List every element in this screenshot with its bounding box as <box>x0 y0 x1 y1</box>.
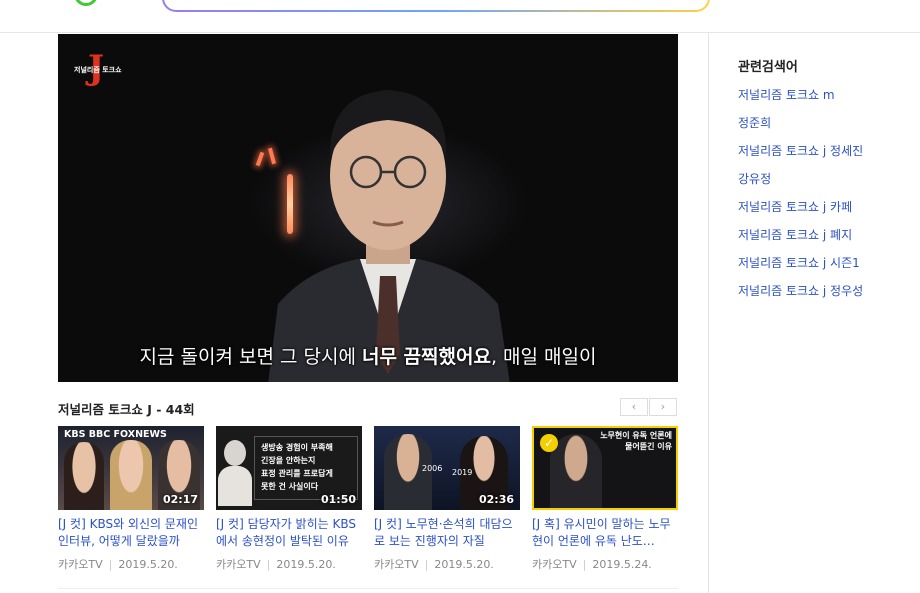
video-thumbnail[interactable]: KBS BBC FOXNEWS 02:17 <box>58 426 204 510</box>
related-search-link[interactable]: 저널리즘 토크쇼 j 정우성 <box>738 283 908 311</box>
video-source: 카카오TV <box>216 558 261 571</box>
meta-separator: | <box>108 558 113 571</box>
channel-logo-text: 저널리즘 토크쇼 <box>74 66 122 74</box>
video-title-link[interactable]: [J 컷] 담당자가 밝히는 KBS에서 송현정이 발탁된 이유 <box>216 516 362 550</box>
related-heading: 관련검색어 <box>738 60 798 75</box>
video-meta: 카카오TV | 2019.5.20. <box>374 556 520 572</box>
video-meta: 카카오TV | 2019.5.24. <box>532 556 678 572</box>
thumb-caption-line: 표정 관리를 프로답게 <box>261 469 333 478</box>
subtitle-part: 지금 돌이켜 보면 그 당시에 <box>139 346 362 368</box>
meta-separator: | <box>582 558 587 571</box>
thumb-caption-line: 못한 건 사실이다 <box>261 482 319 491</box>
related-search-link[interactable]: 저널리즘 토크쇼 j 정세진 <box>738 143 908 171</box>
related-list: 저널리즘 토크쇼 m 정준희 저널리즘 토크쇼 j 정세진 강유정 저널리즘 토… <box>738 87 908 311</box>
thumb-logos: KBS BBC FOXNEWS <box>64 429 167 440</box>
related-searches: 관련검색어 저널리즘 토크쇼 m 정준희 저널리즘 토크쇼 j 정세진 강유정 … <box>738 56 908 311</box>
meta-separator: | <box>424 558 429 571</box>
video-duration: 02:36 <box>478 493 514 506</box>
thumb-caption-box: 노무현이 유독 언론에 물어뜯긴 이유 <box>600 430 672 452</box>
video-thumbnail[interactable]: 2006 2019 02:36 <box>374 426 520 510</box>
video-thumbnail[interactable]: 생방송 경험이 부족해 긴장을 안하는지 표정 관리를 프로답게 못한 건 사실… <box>216 426 362 510</box>
video-source: 카카오TV <box>374 558 419 571</box>
next-button[interactable]: › <box>649 398 677 416</box>
related-search-link[interactable]: 정준희 <box>738 115 908 143</box>
video-source: 카카오TV <box>532 558 577 571</box>
playlist-title: 저널리즘 토크쇼 J - 44회 <box>58 402 195 417</box>
video-meta: 카카오TV | 2019.5.20. <box>58 556 204 572</box>
video-duration: 02:17 <box>162 493 198 506</box>
video-thumbnail[interactable]: 노무현이 유독 언론에 물어뜯긴 이유 ✓ <box>532 426 678 510</box>
thumb-caption-box: 생방송 경험이 부족해 긴장을 안하는지 표정 관리를 프로답게 못한 건 사실… <box>254 436 358 500</box>
video-meta: 카카오TV | 2019.5.20. <box>216 556 362 572</box>
video-subtitle: 지금 돌이켜 보면 그 당시에 너무 끔찍했어요, 매일 매일이 <box>58 342 678 369</box>
site-logo-fragment[interactable] <box>74 0 98 6</box>
related-search-link[interactable]: 강유정 <box>738 171 908 199</box>
check-icon: ✓ <box>540 434 558 452</box>
section-divider <box>58 588 678 589</box>
column-divider <box>708 33 709 593</box>
subtitle-part: , 매일 매일이 <box>490 346 597 368</box>
related-search-link[interactable]: 저널리즘 토크쇼 j 시즌1 <box>738 255 908 283</box>
channel-logo: J 저널리즘 토크쇼 <box>74 48 122 98</box>
video-title-link[interactable]: [J 혹] 유시민이 말하는 노무현이 언론에 유독 난도… <box>532 516 678 550</box>
thumb-person <box>550 434 602 508</box>
video-card[interactable]: KBS BBC FOXNEWS 02:17 [J 컷] KBS와 외신의 문재인… <box>58 426 204 572</box>
video-title-link[interactable]: [J 컷] 노무현·손석희 대담으로 보는 진행자의 자질 <box>374 516 520 550</box>
thumb-caption-line: 노무현이 유독 언론에 <box>600 431 672 440</box>
thumb-person <box>224 440 246 466</box>
subtitle-bold: 너무 끔찍했어요 <box>361 346 491 368</box>
related-search-link[interactable]: 저널리즘 토크쇼 j 폐지 <box>738 227 908 255</box>
thumb-person <box>110 440 152 510</box>
prev-button[interactable]: ‹ <box>620 398 648 416</box>
related-search-link[interactable]: 저널리즘 토크쇼 m <box>738 87 908 115</box>
thumb-caption-line: 생방송 경험이 부족해 <box>261 443 333 452</box>
video-player[interactable]: J 저널리즘 토크쇼 지금 돌이켜 보면 그 당시에 너무 끔찍했어요, 매일 … <box>58 34 678 382</box>
video-card[interactable]: 2006 2019 02:36 [J 컷] 노무현·손석희 대담으로 보는 진행… <box>374 426 520 572</box>
thumb-caption-line: 긴장을 안하는지 <box>261 456 316 465</box>
search-box[interactable] <box>162 0 710 12</box>
speaker-figure <box>248 54 528 382</box>
video-card-selected[interactable]: 노무현이 유독 언론에 물어뜯긴 이유 ✓ [J 혹] 유시민이 말하는 노무현… <box>532 426 678 572</box>
video-date: 2019.5.24. <box>592 558 652 571</box>
playlist-nav: ‹ › <box>620 398 678 418</box>
video-card[interactable]: 생방송 경험이 부족해 긴장을 안하는지 표정 관리를 프로답게 못한 건 사실… <box>216 426 362 572</box>
playlist-items: KBS BBC FOXNEWS 02:17 [J 컷] KBS와 외신의 문재인… <box>58 426 678 576</box>
thumb-year: 2019 <box>452 468 473 477</box>
video-source: 카카오TV <box>58 558 103 571</box>
video-date: 2019.5.20. <box>276 558 336 571</box>
video-date: 2019.5.20. <box>434 558 494 571</box>
related-search-link[interactable]: 저널리즘 토크쇼 j 카페 <box>738 199 908 227</box>
top-bar <box>0 0 920 33</box>
video-duration: 01:50 <box>320 493 356 506</box>
thumb-year: 2006 <box>422 464 443 473</box>
video-title-link[interactable]: [J 컷] KBS와 외신의 문재인 인터뷰, 어떻게 달랐을까 <box>58 516 204 550</box>
thumb-caption-line: 물어뜯긴 이유 <box>625 442 672 451</box>
search-input[interactable] <box>164 0 708 10</box>
video-date: 2019.5.20. <box>118 558 178 571</box>
thumb-person-body <box>218 466 252 506</box>
meta-separator: | <box>266 558 271 571</box>
thumb-person <box>64 442 104 510</box>
